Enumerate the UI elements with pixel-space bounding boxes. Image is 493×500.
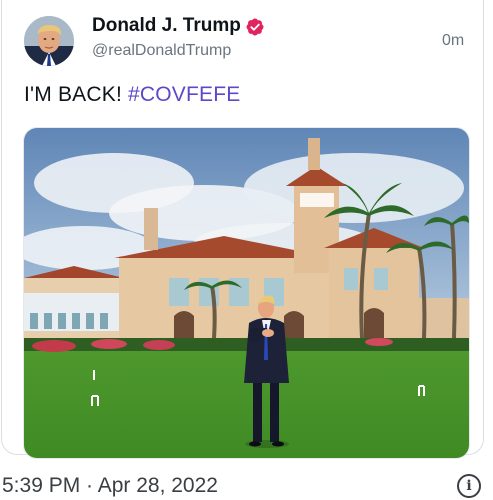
info-icon[interactable]: i [457, 474, 481, 498]
tweet-time-ago[interactable]: 0m [442, 32, 464, 50]
hashtag-link[interactable]: #COVFEFE [128, 83, 240, 106]
avatar-photo-icon [24, 16, 74, 66]
tweet-media-photo[interactable] [23, 127, 470, 459]
author-handle[interactable]: @realDonaldTrump [92, 42, 231, 60]
mansion-lawn-photo [24, 128, 469, 458]
author-avatar[interactable] [24, 16, 74, 66]
author-display-name[interactable]: Donald J. Trump [92, 15, 241, 37]
tweet-text-body: I'M BACK! [24, 83, 129, 106]
tweet-card[interactable]: Donald J. Trump @realDonaldTrump 0m I'M … [1, 0, 484, 459]
tweet-timestamp[interactable]: 5:39 PM · Apr 28, 2022 [2, 474, 218, 498]
tweet-text: I'M BACK! #COVFEFE [24, 83, 241, 107]
verified-badge-icon [246, 18, 264, 36]
